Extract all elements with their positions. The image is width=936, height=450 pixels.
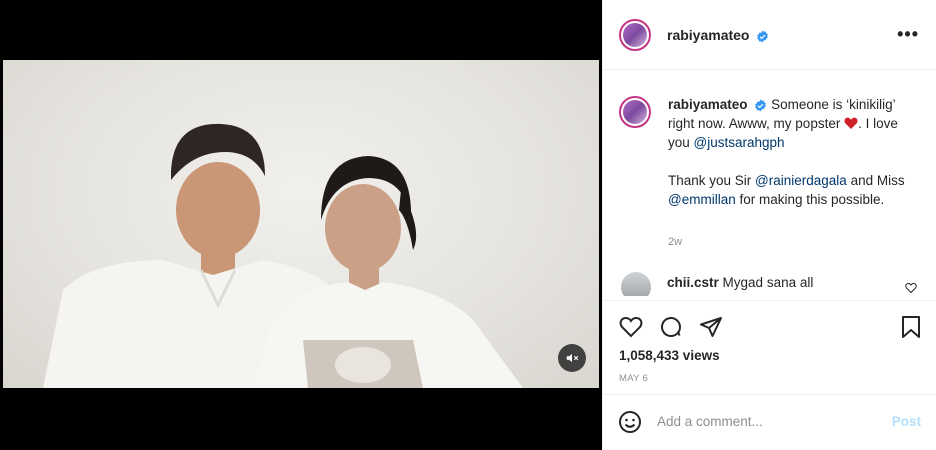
post-caption: rabiyamateo Someone is ‘kinikilig’ right… <box>668 95 913 209</box>
comment-username[interactable]: chii.cstr <box>667 275 719 290</box>
view-count[interactable]: 1,058,433 views <box>619 348 720 363</box>
mention-link[interactable]: @rainierdagala <box>755 173 847 188</box>
comment-icon[interactable] <box>659 315 683 339</box>
verified-badge-icon <box>755 99 767 112</box>
emoji-icon[interactable] <box>618 410 642 434</box>
header-username-row: rabiyamateo <box>667 27 769 43</box>
video-frame[interactable] <box>3 60 599 388</box>
video-player[interactable] <box>0 0 602 450</box>
mute-toggle-button[interactable] <box>558 344 586 372</box>
mention-link[interactable]: @emmillan <box>668 192 736 207</box>
comment-input[interactable]: Add a comment... <box>657 414 763 429</box>
caption-username[interactable]: rabiyamateo <box>668 97 748 112</box>
post-comment-button[interactable]: Post <box>892 414 921 429</box>
post-header: rabiyamateo ••• <box>603 0 936 70</box>
caption-avatar[interactable] <box>619 96 651 128</box>
avatar[interactable] <box>619 19 651 51</box>
caption-text-5: for making this possible. <box>735 192 885 207</box>
post-actions: 1,058,433 views MAY 6 <box>603 300 936 400</box>
save-bookmark-icon[interactable] <box>899 315 923 339</box>
comment-avatar[interactable] <box>621 272 651 296</box>
post-date[interactable]: MAY 6 <box>619 373 648 384</box>
comment-row: chii.cstr Mygad sana all <box>617 270 927 296</box>
mention-link[interactable]: @justsarahgph <box>694 135 785 150</box>
comment-body: chii.cstr Mygad sana all <box>667 275 813 290</box>
comment-text: Mygad sana all <box>722 275 814 290</box>
caption-text-3: Thank you Sir <box>668 173 756 188</box>
post-panel: rabiyamateo ••• rabiyamateo Someone is ‘… <box>602 0 936 450</box>
like-heart-icon[interactable] <box>619 315 643 339</box>
caption-timestamp[interactable]: 2w <box>668 236 682 248</box>
red-heart-emoji-icon <box>844 117 858 129</box>
volume-off-icon <box>566 353 579 363</box>
header-username[interactable]: rabiyamateo <box>667 27 749 43</box>
verified-badge-icon <box>757 30 769 43</box>
share-icon[interactable] <box>699 315 723 339</box>
comment-like-icon[interactable] <box>905 282 917 294</box>
video-scene <box>43 123 523 388</box>
more-options-icon[interactable]: ••• <box>897 24 919 45</box>
add-comment-bar: Add a comment... Post <box>603 394 936 450</box>
caption-text-4: and Miss <box>846 173 905 188</box>
